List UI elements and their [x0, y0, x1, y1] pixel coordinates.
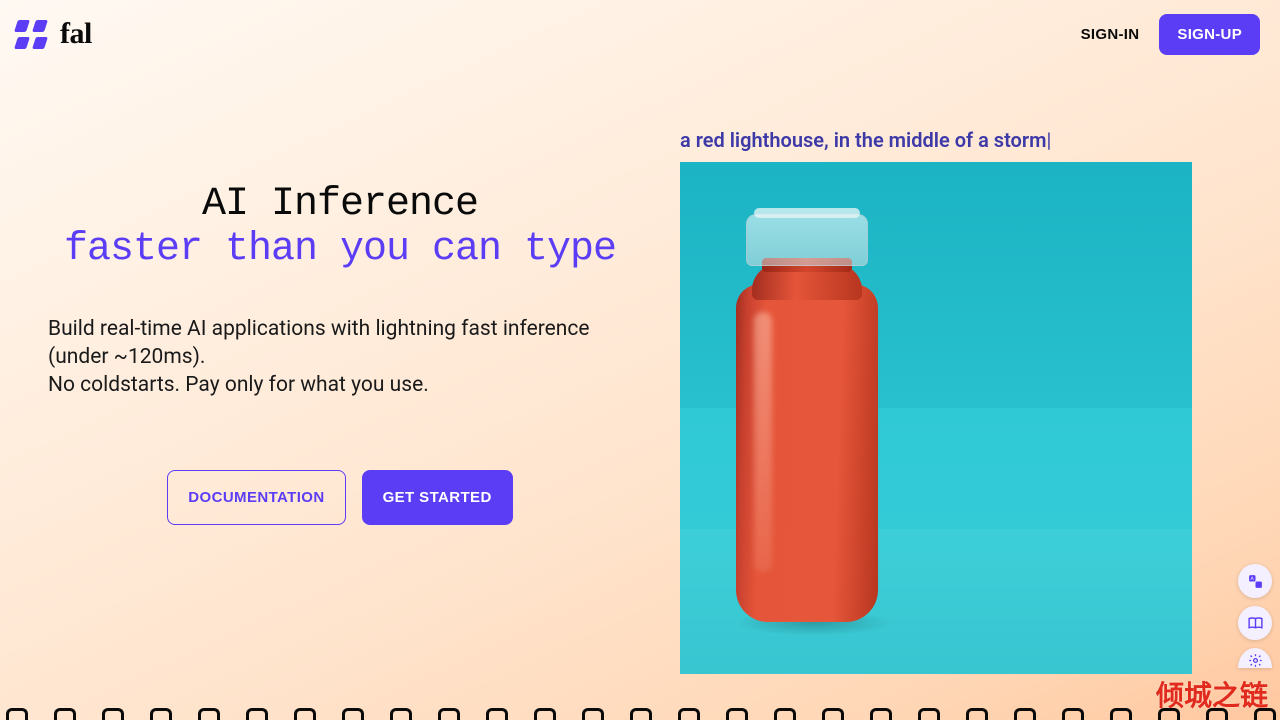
signup-button[interactable]: SIGN-UP	[1159, 14, 1260, 55]
book-icon[interactable]	[1238, 606, 1272, 640]
headline-line1: AI Inference	[40, 183, 640, 228]
hero-right: a red lighthouse, in the middle of a sto…	[680, 68, 1240, 674]
hero-headline: AI Inference faster than you can type	[40, 183, 640, 273]
settings-icon[interactable]	[1238, 648, 1272, 668]
logo[interactable]: fal	[16, 17, 92, 51]
hero: AI Inference faster than you can type Bu…	[0, 68, 1280, 674]
subtext-line1: Build real-time AI applications with lig…	[48, 315, 632, 372]
footer-dash-strip	[0, 706, 1280, 720]
logo-mark-icon	[16, 19, 46, 49]
documentation-button[interactable]: DOCUMENTATION	[167, 470, 345, 525]
signin-button[interactable]: SIGN-IN	[1081, 26, 1140, 43]
translate-icon[interactable]: A	[1238, 564, 1272, 598]
demo-prompt: a red lighthouse, in the middle of a sto…	[680, 128, 1051, 152]
demo-image	[680, 162, 1192, 674]
cta-row: DOCUMENTATION GET STARTED	[40, 470, 640, 525]
hero-left: AI Inference faster than you can type Bu…	[40, 68, 640, 525]
headline-line2: faster than you can type	[40, 228, 640, 273]
header: fal SIGN-IN SIGN-UP	[0, 0, 1280, 68]
logo-text: fal	[60, 17, 92, 51]
nav-actions: SIGN-IN SIGN-UP	[1081, 14, 1260, 55]
subtext-line2: No coldstarts. Pay only for what you use…	[48, 371, 632, 399]
bottle-illustration	[736, 217, 878, 622]
get-started-button[interactable]: GET STARTED	[362, 470, 513, 525]
hero-subtext: Build real-time AI applications with lig…	[40, 315, 640, 400]
side-float-tools: A	[1238, 564, 1272, 668]
